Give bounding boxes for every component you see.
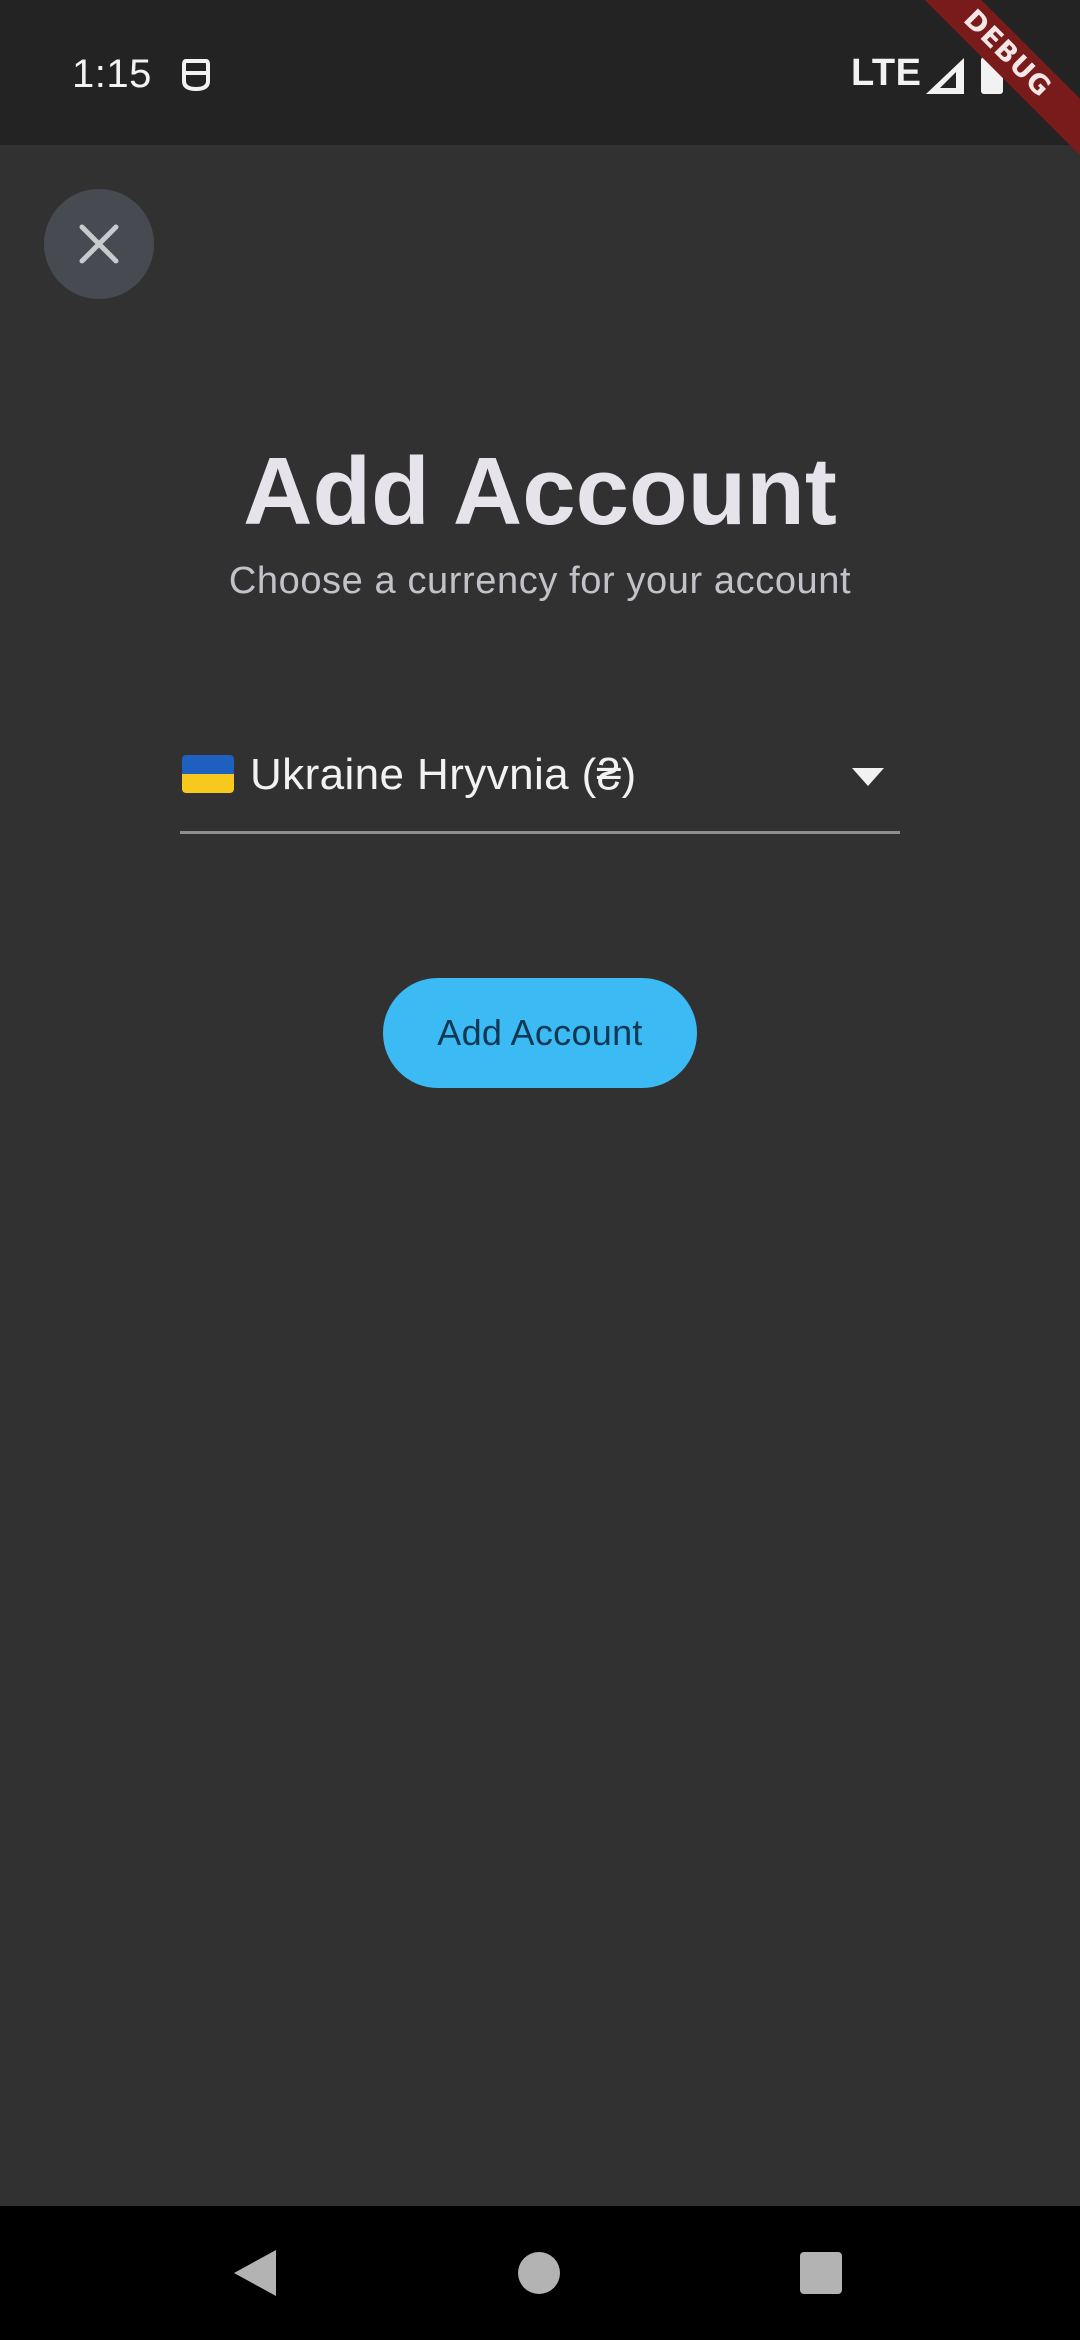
recents-icon[interactable] — [800, 2252, 842, 2294]
ukraine-flag-icon — [182, 755, 234, 793]
screen: 1:15 LTE DEBUG Add Account Choose a curr… — [0, 0, 1080, 2340]
add-account-button[interactable]: Add Account — [383, 978, 697, 1088]
page-title: Add Account — [243, 438, 837, 545]
currency-selected-value: Ukraine Hryvnia (₴) — [250, 750, 637, 799]
app-notification-icon — [182, 59, 210, 92]
close-button[interactable] — [44, 189, 154, 299]
signal-icon — [926, 58, 964, 94]
back-icon[interactable] — [234, 2250, 276, 2296]
home-icon[interactable] — [518, 2252, 560, 2294]
navigation-bar — [0, 2206, 1080, 2340]
page-subtitle: Choose a currency for your account — [228, 560, 852, 602]
status-time: 1:15 — [72, 52, 152, 96]
status-bar: 1:15 LTE — [0, 0, 1080, 145]
chevron-down-icon — [852, 768, 884, 786]
currency-dropdown[interactable]: Ukraine Hryvnia (₴) — [180, 730, 900, 834]
close-icon — [79, 224, 119, 264]
network-type: LTE — [851, 52, 922, 94]
